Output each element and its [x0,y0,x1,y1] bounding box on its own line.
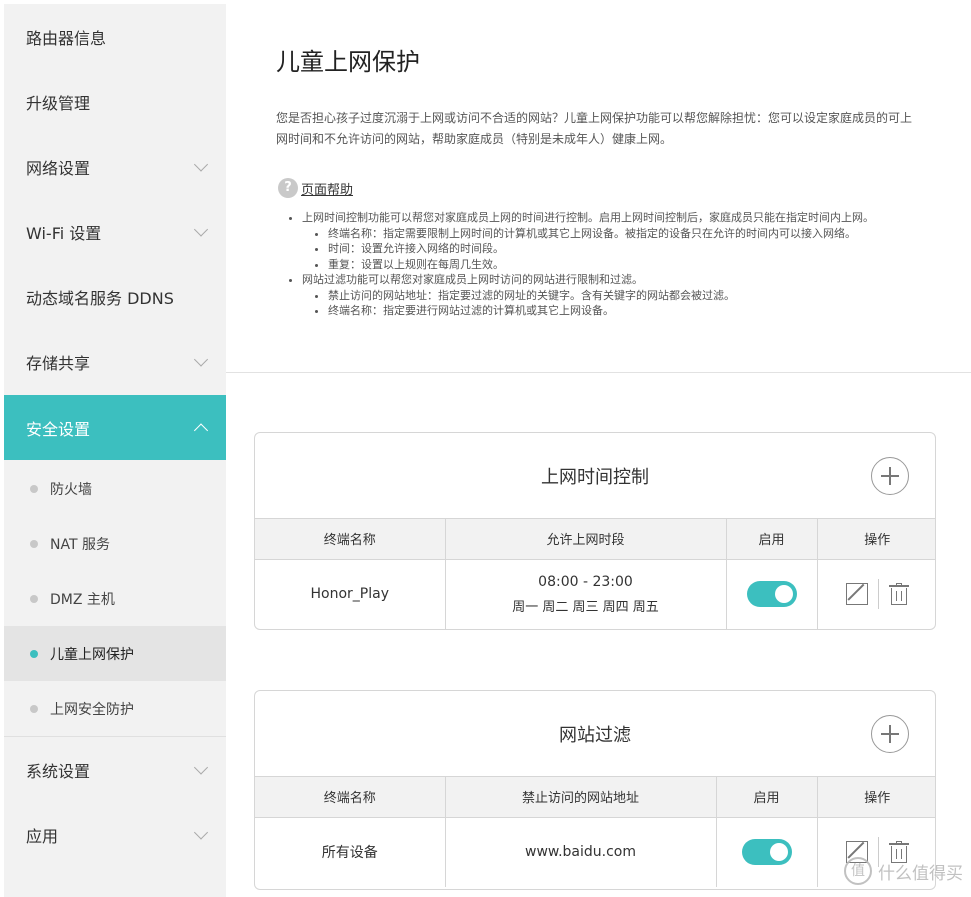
ops-cell [817,559,935,629]
sidebar-item-label: 升级管理 [26,93,91,113]
bullet-dot-icon [30,539,38,548]
time-control-card: 上网时间控制 终端名称 允许上网时段 启用 操作 Honor_Play 08:0… [254,432,936,630]
sidebar-item-label: 安全设置 [26,419,91,439]
enable-toggle[interactable] [746,581,797,608]
column-header: 操作 [817,519,935,560]
column-header: 启用 [716,777,818,818]
chevron-down-icon [193,156,209,172]
watermark: 值 什么值得买 [844,857,963,885]
toggle-knob [769,843,788,862]
sidebar-item-apps[interactable]: 应用 [4,802,226,867]
sidebar-item-router-info[interactable]: 路由器信息 [4,4,226,69]
sidebar-item-upgrade[interactable]: 升级管理 [4,69,226,134]
sidebar-subitem-web-security[interactable]: 上网安全防护 [4,681,226,736]
sidebar-subitem-dmz[interactable]: DMZ 主机 [4,571,226,626]
site-filter-card: 网站过滤 终端名称 禁止访问的网站地址 启用 操作 所有设备 www.baidu… [254,690,936,890]
table-row: Honor_Play 08:00 - 23:00 周一 周二 周三 周四 周五 [255,559,935,629]
time-range: 08:00 - 23:00 [538,573,633,590]
chevron-down-icon [193,221,209,237]
watermark-text: 什么值得买 [878,863,963,884]
column-header: 终端名称 [255,519,446,560]
card-title: 上网时间控制 [541,466,649,488]
sidebar-subitem-parental-control[interactable]: 儿童上网保护 [4,626,226,681]
table-row: 所有设备 www.baidu.com [255,817,935,887]
help-icon: ? [278,178,298,198]
help-item: 网站过滤功能可以帮您对家庭成员上网时访问的网站进行限制和过滤。 禁止访问的网站地… [302,272,918,319]
help-item: 上网时间控制功能可以帮您对家庭成员上网的时间进行控制。启用上网时间控制后，家庭成… [302,210,918,272]
sidebar-subitem-label: DMZ 主机 [50,591,115,608]
sidebar-item-security[interactable]: 安全设置 [4,395,226,460]
bullet-dot-icon [30,649,38,658]
sidebar-subitem-firewall[interactable]: 防火墙 [4,461,226,516]
enable-cell [726,559,818,629]
page-intro: 您是否担心孩子过度沉溺于上网或访问不合适的网站？儿童上网保护功能可以帮您解除担忧… [276,111,913,146]
sidebar-item-label: 动态域名服务 DDNS [26,288,174,308]
chevron-down-icon [193,824,209,840]
device-name: Honor_Play [255,559,446,629]
sidebar-item-label: Wi-Fi 设置 [26,223,102,243]
column-header: 终端名称 [255,777,446,818]
chevron-up-icon [193,422,209,438]
column-header: 允许上网时段 [445,519,727,560]
sidebar-item-label: 路由器信息 [26,28,107,48]
card-title: 网站过滤 [559,724,631,746]
sidebar-subitem-label: 上网安全防护 [50,701,134,718]
card-header: 网站过滤 [255,691,935,777]
column-header: 禁止访问的网站地址 [445,777,717,818]
sidebar-item-wifi[interactable]: Wi-Fi 设置 [4,199,226,264]
device-name: 所有设备 [255,817,446,887]
help-subitem: 终端名称：指定需要限制上网时间的计算机或其它上网设备。被指定的设备只在允许的时间… [328,226,918,242]
main-content: 儿童上网保护 您是否担心孩子过度沉溺于上网或访问不合适的网站？儿童上网保护功能可… [226,4,971,897]
sidebar-item-label: 应用 [26,826,59,846]
time-cell: 08:00 - 23:00 周一 周二 周三 周四 周五 [445,559,727,629]
sidebar-subitem-label: 儿童上网保护 [50,646,134,663]
enable-toggle[interactable] [741,839,792,866]
sidebar-item-ddns[interactable]: 动态域名服务 DDNS [4,264,226,329]
section-divider [226,372,971,373]
help-text: 上网时间控制功能可以帮您对家庭成员上网的时间进行控制。启用上网时间控制后，家庭成… [302,211,874,224]
help-subitem: 重复：设置以上规则在每周几生效。 [328,257,918,273]
chevron-down-icon [193,759,209,775]
edit-icon[interactable] [845,583,868,606]
sidebar-item-network[interactable]: 网络设置 [4,134,226,199]
card-header: 上网时间控制 [255,433,935,519]
sidebar-subitem-label: 防火墙 [50,481,92,498]
bullet-dot-icon [30,484,38,493]
trash-icon[interactable] [888,583,909,606]
help-subitem: 禁止访问的网站地址：指定要过滤的网址的关键字。含有关键字的网站都会被过滤。 [328,288,918,304]
sidebar-subitem-label: NAT 服务 [50,536,110,553]
toggle-knob [774,585,793,604]
bullet-dot-icon [30,594,38,603]
sidebar-item-system[interactable]: 系统设置 [4,737,226,802]
sidebar-item-storage[interactable]: 存储共享 [4,329,226,394]
repeat-days: 周一 周二 周三 周四 周五 [512,599,659,615]
page-title: 儿童上网保护 [276,48,420,76]
column-header: 启用 [726,519,818,560]
sidebar: 路由器信息 升级管理 网络设置 Wi-Fi 设置 动态域名服务 DDNS 存储共… [4,4,226,897]
time-control-table: 终端名称 允许上网时段 启用 操作 Honor_Play 08:00 - 23:… [255,519,935,629]
add-site-rule-button[interactable] [871,715,909,753]
sidebar-item-label: 存储共享 [26,353,91,373]
sidebar-item-label: 网络设置 [26,158,91,178]
chevron-down-icon [193,351,209,367]
bullet-dot-icon [30,704,38,713]
blocked-url: www.baidu.com [445,817,717,887]
help-subitem: 时间：设置允许接入网络的时间段。 [328,241,918,257]
site-filter-table: 终端名称 禁止访问的网站地址 启用 操作 所有设备 www.baidu.com [255,777,935,887]
watermark-logo-icon: 值 [844,857,872,885]
help-content: 上网时间控制功能可以帮您对家庭成员上网的时间进行控制。启用上网时间控制后，家庭成… [288,210,918,319]
add-time-rule-button[interactable] [871,457,909,495]
page-help-label: 页面帮助 [301,182,354,198]
help-subitem: 终端名称：指定要进行网站过滤的计算机或其它上网设备。 [328,303,918,319]
column-header: 操作 [817,777,935,818]
sidebar-subitem-nat[interactable]: NAT 服务 [4,516,226,571]
ops-divider [877,579,879,610]
enable-cell [716,817,818,887]
help-text: 网站过滤功能可以帮您对家庭成员上网时访问的网站进行限制和过滤。 [302,273,643,286]
page-help-link[interactable]: ? 页面帮助 [278,178,353,198]
sidebar-item-label: 系统设置 [26,761,91,781]
